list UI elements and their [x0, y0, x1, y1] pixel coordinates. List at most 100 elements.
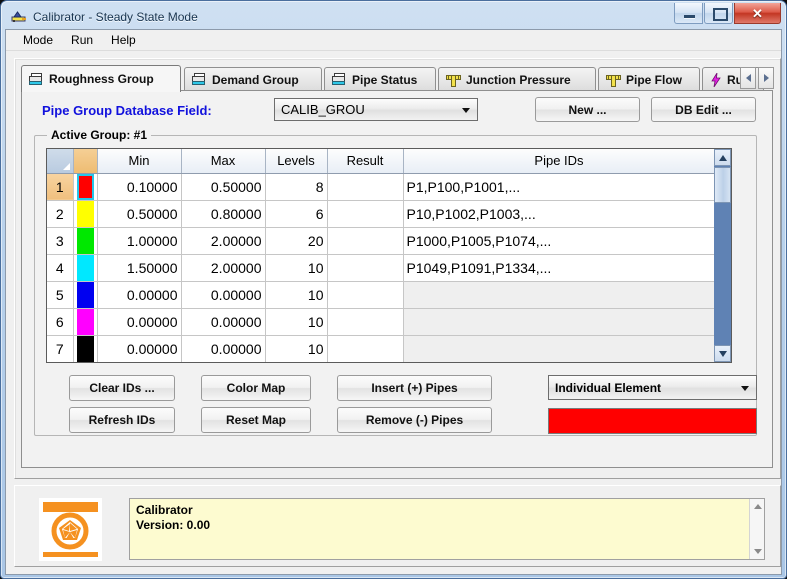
- row-number[interactable]: 5: [47, 281, 74, 309]
- table-row[interactable]: 5 0.00000 0.00000 10: [47, 281, 716, 309]
- row-color-swatch[interactable]: [73, 335, 98, 362]
- menu-mode[interactable]: Mode: [14, 31, 62, 49]
- row-number[interactable]: 1: [47, 173, 74, 201]
- cell-min[interactable]: 0.10000: [97, 173, 182, 201]
- table-row[interactable]: 6 0.00000 0.00000 10: [47, 308, 716, 336]
- cell-max[interactable]: 0.00000: [181, 281, 266, 309]
- row-number[interactable]: 3: [47, 227, 74, 255]
- row-color-swatch[interactable]: [73, 308, 98, 336]
- tab-label: Demand Group: [212, 72, 299, 87]
- cell-pipe-ids[interactable]: [403, 335, 716, 362]
- insert-pipes-button[interactable]: Insert (+) Pipes: [337, 375, 492, 401]
- row-number[interactable]: 4: [47, 254, 74, 282]
- ruler-icon: [446, 73, 461, 87]
- grid-header-levels[interactable]: Levels: [265, 149, 328, 174]
- tab-pipe-status[interactable]: Pipe Status: [324, 67, 436, 91]
- cell-min[interactable]: 0.00000: [97, 281, 182, 309]
- tab-scroll-left-button[interactable]: [740, 67, 756, 89]
- cell-pipe-ids[interactable]: [403, 308, 716, 336]
- row-color-swatch[interactable]: [73, 227, 98, 255]
- element-mode-select[interactable]: Individual Element: [548, 375, 757, 400]
- tab-label: Roughness Group: [49, 72, 154, 86]
- grid-header-max[interactable]: Max: [181, 149, 266, 174]
- table-row[interactable]: 1 0.10000 0.50000 8 P1,P100,P1001,...: [47, 173, 716, 201]
- row-number[interactable]: 2: [47, 200, 74, 228]
- row-color-swatch[interactable]: [73, 200, 98, 228]
- row-color-swatch[interactable]: [73, 254, 98, 282]
- calibrator-logo-icon: [39, 498, 102, 561]
- cell-pipe-ids[interactable]: P10,P1002,P1003,...: [403, 200, 716, 228]
- refresh-ids-button[interactable]: Refresh IDs: [69, 407, 175, 433]
- menu-run[interactable]: Run: [62, 31, 102, 49]
- grid-header-result[interactable]: Result: [327, 149, 404, 174]
- cell-levels[interactable]: 20: [265, 227, 328, 255]
- chevron-left-icon: [745, 74, 751, 82]
- cell-max[interactable]: 0.00000: [181, 335, 266, 362]
- db-edit-button[interactable]: DB Edit ...: [651, 97, 756, 122]
- color-preview-swatch[interactable]: [548, 408, 757, 434]
- chevron-down-icon[interactable]: [754, 549, 762, 554]
- scroll-up-button[interactable]: [714, 149, 731, 166]
- cell-min[interactable]: 0.50000: [97, 200, 182, 228]
- cell-pipe-ids[interactable]: P1049,P1091,P1334,...: [403, 254, 716, 282]
- cell-pipe-ids[interactable]: P1000,P1005,P1074,...: [403, 227, 716, 255]
- table-row[interactable]: 3 1.00000 2.00000 20 P1000,P1005,P1074,.…: [47, 227, 716, 255]
- roughness-group-grid[interactable]: Min Max Levels Result Pipe IDs 1 0.10000…: [46, 148, 732, 363]
- cell-min[interactable]: 1.50000: [97, 254, 182, 282]
- cell-min[interactable]: 0.00000: [97, 335, 182, 362]
- table-row[interactable]: 7 0.00000 0.00000 10: [47, 335, 716, 362]
- cell-max[interactable]: 0.50000: [181, 173, 266, 201]
- tab-demand-group[interactable]: Demand Group: [184, 67, 322, 91]
- table-row[interactable]: 4 1.50000 2.00000 10 P1049,P1091,P1334,.…: [47, 254, 716, 282]
- cell-levels[interactable]: 6: [265, 200, 328, 228]
- reset-map-button[interactable]: Reset Map: [201, 407, 311, 433]
- cell-max[interactable]: 0.80000: [181, 200, 266, 228]
- cell-max[interactable]: 0.00000: [181, 308, 266, 336]
- tab-roughness-group[interactable]: Roughness Group: [21, 65, 181, 92]
- cell-levels[interactable]: 10: [265, 281, 328, 309]
- grid-table: Min Max Levels Result Pipe IDs 1 0.10000…: [47, 149, 716, 362]
- cell-pipe-ids[interactable]: P1,P100,P1001,...: [403, 173, 716, 201]
- clear-ids-button[interactable]: Clear IDs ...: [69, 375, 175, 401]
- row-color-swatch[interactable]: [73, 281, 98, 309]
- menu-help[interactable]: Help: [102, 31, 145, 49]
- row-number[interactable]: 6: [47, 308, 74, 336]
- grid-header-pipe-ids[interactable]: Pipe IDs: [403, 149, 716, 174]
- minimize-button[interactable]: [674, 3, 703, 24]
- tab-pipe-flow[interactable]: Pipe Flow: [598, 67, 700, 91]
- close-button[interactable]: ✕: [734, 3, 781, 24]
- title-bar: Calibrator - Steady State Mode ✕: [5, 3, 782, 29]
- table-row[interactable]: 2 0.50000 0.80000 6 P10,P1002,P1003,...: [47, 200, 716, 228]
- tab-strip: Roughness Group Demand Group Pipe Status: [21, 65, 774, 92]
- grid-header-min[interactable]: Min: [97, 149, 182, 174]
- cell-levels[interactable]: 8: [265, 173, 328, 201]
- scroll-down-button[interactable]: [714, 345, 731, 362]
- grid-select-all-corner[interactable]: [47, 149, 74, 174]
- maximize-button[interactable]: [704, 3, 733, 24]
- status-message-box[interactable]: Calibrator Version: 0.00: [129, 498, 765, 560]
- cell-max[interactable]: 2.00000: [181, 254, 266, 282]
- cell-levels[interactable]: 10: [265, 254, 328, 282]
- cell-min[interactable]: 1.00000: [97, 227, 182, 255]
- tab-junction-pressure[interactable]: Junction Pressure: [438, 67, 596, 91]
- row-number[interactable]: 7: [47, 335, 74, 362]
- grid-vertical-scrollbar[interactable]: [714, 149, 731, 362]
- active-group-label: Active Group: #1: [47, 128, 152, 142]
- pipe-group-database-field-select[interactable]: CALIB_GROU: [274, 98, 478, 121]
- color-map-button[interactable]: Color Map: [201, 375, 311, 401]
- tab-label: Pipe Status: [352, 72, 418, 87]
- cell-levels[interactable]: 10: [265, 335, 328, 362]
- status-vertical-scrollbar[interactable]: [749, 499, 764, 559]
- row-color-swatch[interactable]: [73, 173, 98, 201]
- cell-pipe-ids[interactable]: [403, 281, 716, 309]
- chevron-right-icon: [763, 74, 769, 82]
- application-window: Calibrator - Steady State Mode ✕ Mode Ru…: [0, 0, 787, 579]
- new-button[interactable]: New ...: [535, 97, 640, 122]
- chevron-up-icon[interactable]: [754, 504, 762, 509]
- remove-pipes-button[interactable]: Remove (-) Pipes: [337, 407, 492, 433]
- cell-levels[interactable]: 10: [265, 308, 328, 336]
- cell-min[interactable]: 0.00000: [97, 308, 182, 336]
- cell-max[interactable]: 2.00000: [181, 227, 266, 255]
- scrollbar-thumb[interactable]: [714, 167, 731, 203]
- tab-scroll-right-button[interactable]: [758, 67, 774, 89]
